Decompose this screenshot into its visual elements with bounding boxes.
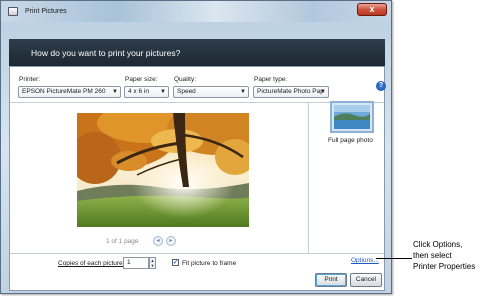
title-bar[interactable]: Print Pictures x: [1, 1, 391, 22]
print-button[interactable]: Print: [315, 273, 347, 287]
page-indicator: 1 of 1 page: [106, 238, 139, 245]
window-title: Print Pictures: [25, 8, 67, 15]
divider: [10, 253, 384, 254]
paper-type-select[interactable]: PictureMate Photo Pap ▼: [253, 86, 329, 98]
callout-line-1: Click Options,: [413, 240, 463, 249]
photo-preview: [77, 113, 249, 227]
chevron-down-icon: ▼: [160, 89, 166, 95]
printer-select-value: EPSON PictureMate PM 260: [22, 88, 106, 95]
quality-label: Quality:: [174, 76, 197, 83]
callout-leader-line: [376, 258, 412, 259]
printer-label: Printer:: [19, 76, 40, 83]
chevron-down-icon: ▼: [320, 89, 326, 95]
copies-stepper[interactable]: ▲ ▼: [149, 257, 156, 269]
paper-size-select-value: 4 x 6 in: [128, 88, 149, 95]
paper-type-label: Paper type:: [254, 76, 288, 83]
paper-size-select[interactable]: 4 x 6 in ▼: [124, 86, 169, 98]
callout-text: Click Options, then select Printer Prope…: [413, 239, 475, 272]
printer-icon: [8, 7, 18, 16]
chevron-down-icon: ▼: [240, 89, 246, 95]
header-band: How do you want to print your pictures?: [9, 39, 385, 66]
options-link[interactable]: Options...: [351, 257, 379, 264]
header-question: How do you want to print your pictures?: [31, 48, 181, 58]
paper-size-label: Paper size:: [125, 76, 158, 83]
help-icon[interactable]: ?: [376, 81, 386, 91]
chevron-down-icon: ▼: [112, 89, 118, 95]
print-pictures-window: Print Pictures x How do you want to prin…: [0, 0, 392, 294]
quality-select-value: Speed: [177, 88, 196, 95]
divider: [10, 102, 384, 103]
copies-label: Copies of each picture:: [58, 260, 125, 267]
close-button[interactable]: x: [357, 3, 387, 16]
callout-line-2: then select: [413, 251, 452, 260]
printer-select[interactable]: EPSON PictureMate PM 260 ▼: [18, 86, 121, 98]
content-panel: Printer: EPSON PictureMate PM 260 ▼ Pape…: [9, 66, 386, 291]
callout-line-3: Printer Properties: [413, 262, 476, 271]
next-page-button[interactable]: ▸: [166, 236, 176, 246]
fit-picture-label[interactable]: Fit picture to frame: [182, 260, 236, 267]
copies-input[interactable]: 1: [123, 257, 149, 269]
previous-page-button[interactable]: ◂: [153, 236, 163, 246]
divider: [308, 103, 309, 253]
lake-landscape-thumbnail-icon: [334, 105, 370, 129]
autumn-tree-photo-icon: [77, 113, 249, 227]
paper-type-select-value: PictureMate Photo Pap: [257, 88, 324, 95]
layout-label: Full page photo: [328, 137, 373, 144]
quality-select[interactable]: Speed ▼: [173, 86, 249, 98]
cancel-button[interactable]: Cancel: [350, 273, 382, 287]
layout-full-page-photo[interactable]: [330, 101, 374, 133]
fit-picture-checkbox[interactable]: ✓: [172, 259, 179, 266]
